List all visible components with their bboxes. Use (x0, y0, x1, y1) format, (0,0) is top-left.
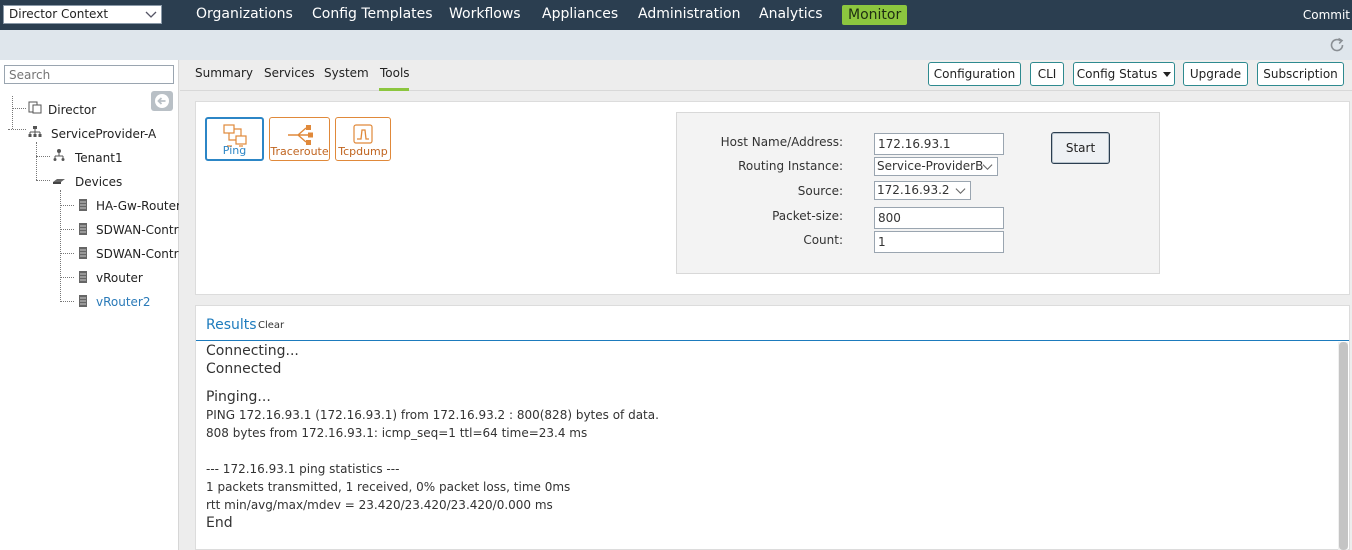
result-line: rtt min/avg/max/mdev = 23.420/23.420/23.… (206, 498, 553, 512)
routing-instance-select[interactable]: Service-ProviderB (874, 157, 998, 176)
config-status-label: Config Status (1076, 67, 1158, 81)
context-select[interactable]: Director Context (3, 5, 162, 24)
tree-connector (60, 205, 74, 206)
tree-connector (60, 253, 74, 254)
tree-item-devices[interactable]: Devices (75, 175, 122, 189)
tree-item-device[interactable]: SDWAN-Controller (96, 223, 179, 237)
collapse-sidebar-button[interactable] (151, 91, 173, 111)
tree-item-director[interactable]: Director (48, 103, 96, 117)
tree-connector (8, 129, 26, 130)
nav-appliances[interactable]: Appliances (542, 6, 618, 22)
tree-item-device[interactable]: vRouter (96, 271, 143, 285)
tree-connector (12, 108, 26, 109)
traceroute-label: Traceroute (270, 145, 329, 158)
tree-item-device[interactable]: SDWAN-Controller (96, 247, 179, 261)
start-button[interactable]: Start (1051, 132, 1110, 164)
tree-connector (36, 142, 37, 180)
nav-analytics[interactable]: Analytics (759, 6, 823, 22)
tree-connector (36, 156, 50, 157)
tcpdump-tool-button[interactable]: Tcpdump (335, 117, 391, 161)
tab-tools[interactable]: Tools (380, 66, 410, 80)
result-line: Pinging... (206, 389, 271, 405)
packet-size-input[interactable]: 800 (874, 207, 1004, 229)
chevron-down-icon (982, 164, 993, 171)
context-select-label: Director Context (9, 7, 109, 21)
sitemap-icon (28, 126, 42, 137)
tree-connector (12, 96, 13, 129)
tree-connector (60, 229, 74, 230)
arrow-left-icon (155, 94, 169, 108)
results-title: Results (206, 317, 257, 333)
director-icon (28, 101, 42, 114)
router-icon (79, 271, 87, 283)
result-line: 1 packets transmitted, 1 received, 0% pa… (206, 480, 571, 494)
tree-item-tenant[interactable]: Tenant1 (75, 151, 123, 165)
router-icon (79, 247, 87, 259)
result-line: End (206, 515, 233, 531)
result-line: Connecting... (206, 343, 299, 359)
nav-config-templates[interactable]: Config Templates (312, 6, 433, 22)
router-icon (79, 223, 87, 235)
nav-organizations[interactable]: Organizations (196, 6, 293, 22)
search-input[interactable] (4, 65, 174, 84)
source-label: Source: (797, 184, 843, 198)
tree-connector (60, 190, 61, 302)
tree-connector (60, 277, 74, 278)
refresh-icon[interactable] (1328, 36, 1346, 54)
devices-icon (53, 179, 65, 184)
ping-label: Ping (222, 144, 247, 157)
commit-button[interactable]: Commit (1303, 8, 1350, 22)
cli-button[interactable]: CLI (1030, 62, 1064, 86)
source-select[interactable]: 172.16.93.2 (874, 181, 971, 200)
top-nav-bar: Director Context Organizations Config Te… (0, 0, 1352, 30)
host-input[interactable]: 172.16.93.1 (874, 133, 1004, 155)
results-scrollbar-thumb[interactable] (1339, 342, 1348, 550)
routing-instance-value: Service-ProviderB (877, 159, 984, 173)
nav-workflows[interactable]: Workflows (449, 6, 521, 22)
tree-item-service-provider[interactable]: ServiceProvider-A (51, 127, 156, 141)
tree-connector (36, 180, 50, 181)
tab-services[interactable]: Services (264, 66, 315, 80)
router-icon (79, 295, 87, 307)
router-icon (79, 199, 87, 211)
result-line: 808 bytes from 172.16.93.1: icmp_seq=1 t… (206, 426, 588, 440)
packet-size-label: Packet-size: (772, 209, 843, 223)
count-input[interactable]: 1 (874, 231, 1004, 253)
tabs-divider (180, 90, 1352, 91)
nav-administration[interactable]: Administration (638, 6, 740, 22)
subscription-button[interactable]: Subscription (1257, 62, 1344, 86)
count-label: Count: (803, 233, 843, 247)
caret-down-icon (1163, 72, 1172, 77)
tab-summary[interactable]: Summary (195, 66, 253, 80)
tcpdump-label: Tcpdump (338, 145, 388, 158)
result-line: Connected (206, 361, 282, 377)
result-line: --- 172.16.93.1 ping statistics --- (206, 462, 400, 476)
chevron-down-icon (955, 188, 966, 195)
tree-item-device-selected[interactable]: vRouter2 (96, 295, 151, 309)
clear-results-link[interactable]: Clear (258, 320, 284, 331)
source-value: 172.16.93.2 (877, 183, 950, 197)
results-divider (196, 340, 1349, 341)
host-label: Host Name/Address: (720, 135, 843, 149)
configuration-button[interactable]: Configuration (928, 62, 1021, 86)
result-line: PING 172.16.93.1 (172.16.93.1) from 172.… (206, 408, 659, 422)
chevron-down-icon (145, 11, 157, 18)
ping-tool-button[interactable]: Ping (205, 117, 264, 161)
tab-system[interactable]: System (324, 66, 369, 80)
nav-monitor[interactable]: Monitor (842, 5, 908, 25)
upgrade-button[interactable]: Upgrade (1183, 62, 1248, 86)
sub-toolbar (0, 30, 1352, 60)
routing-instance-label: Routing Instance: (738, 159, 843, 173)
config-status-button[interactable]: Config Status (1073, 62, 1175, 86)
active-tab-indicator (379, 88, 409, 91)
tenant-icon (53, 149, 65, 161)
tree-connector (60, 301, 74, 302)
tree-item-device[interactable]: HA-Gw-Router (96, 199, 179, 213)
traceroute-tool-button[interactable]: Traceroute (269, 117, 330, 161)
